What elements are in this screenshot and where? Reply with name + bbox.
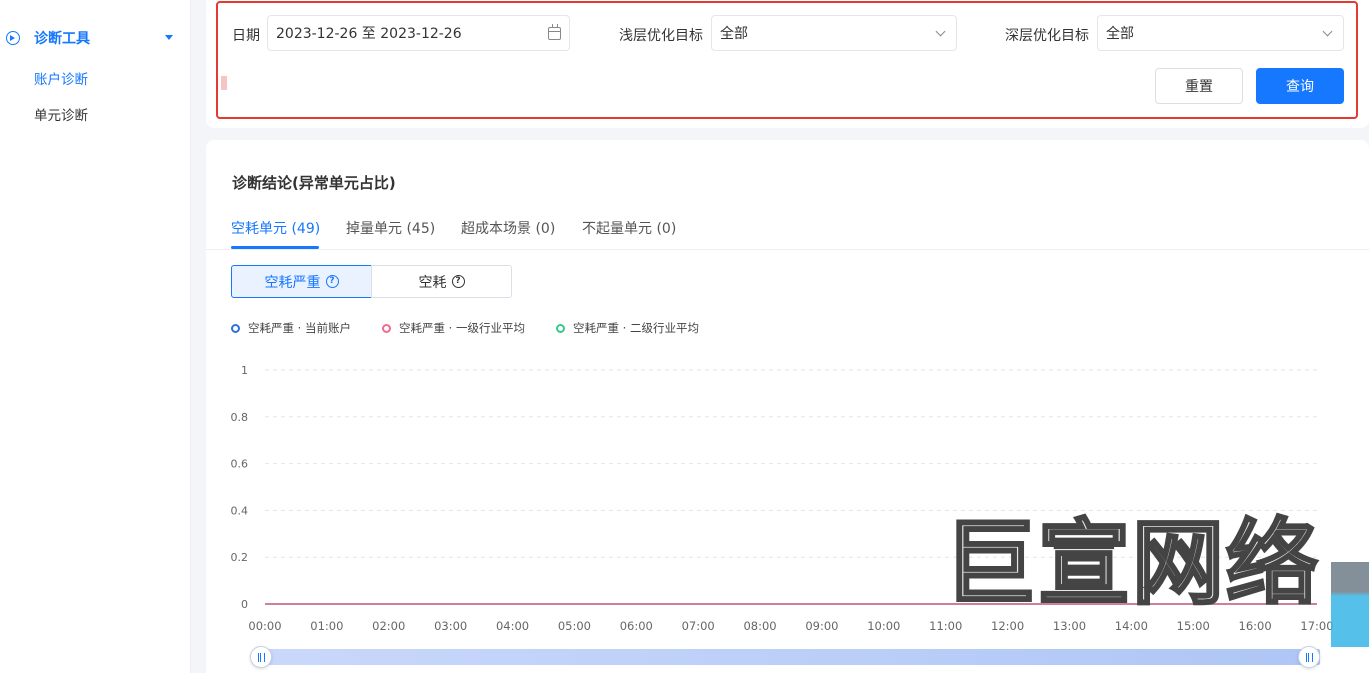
deep-target-label: 深层优化目标 [1005, 28, 1089, 44]
segment-label: 空耗 [418, 274, 447, 291]
x-tick-label: 08:00 [743, 619, 776, 633]
shallow-target-value: 全部 [720, 26, 748, 42]
tab-over-cost-scenes[interactable]: 超成本场景 (0) [461, 218, 555, 238]
grip-icon [257, 652, 265, 662]
slider-handle-end[interactable] [1298, 646, 1320, 668]
x-tick-label: 14:00 [1115, 619, 1148, 633]
x-tick-label: 03:00 [434, 619, 467, 633]
chevron-down-icon [935, 26, 946, 37]
x-tick-label: 05:00 [558, 619, 591, 633]
sidebar-item-unit-diagnosis[interactable]: 单元诊断 [34, 104, 88, 124]
shallow-target-label: 浅层优化目标 [619, 28, 703, 44]
question-icon[interactable]: ? [325, 275, 339, 288]
deep-target-value: 全部 [1106, 26, 1134, 42]
x-tick-label: 09:00 [805, 619, 838, 633]
x-tick-label: 02:00 [372, 619, 405, 633]
legend-item-level2-average[interactable]: 空耗严重 · 二级行业平均 [556, 320, 699, 336]
watermark-logo: 巨宣网络 [942, 510, 1321, 617]
x-tick-label: 06:00 [620, 619, 653, 633]
shallow-target-select[interactable]: 全部 [711, 15, 957, 51]
section-title: 诊断结论(异常单元占比) [232, 174, 396, 192]
deep-target-select[interactable]: 全部 [1097, 15, 1344, 51]
tab-drop-units[interactable]: 掉量单元 (45) [346, 218, 435, 238]
tab-idle-units[interactable]: 空耗单元 (49) [231, 218, 320, 238]
slider-handle-start[interactable] [250, 646, 272, 668]
time-range-slider[interactable] [258, 649, 1320, 665]
tab-no-volume-units[interactable]: 不起量单元 (0) [582, 218, 676, 238]
x-tick-label: 07:00 [682, 619, 715, 633]
x-tick-label: 16:00 [1239, 619, 1272, 633]
question-icon[interactable]: ? [451, 275, 465, 288]
sidebar: 诊断工具 账户诊断 单元诊断 [0, 0, 191, 673]
query-button[interactable]: 查询 [1256, 68, 1344, 104]
caret-down-icon [165, 35, 173, 40]
x-tick-label: 10:00 [867, 619, 900, 633]
chevron-down-icon [1322, 26, 1333, 37]
calendar-icon[interactable] [548, 24, 561, 40]
legend-label: 空耗严重 · 二级行业平均 [573, 321, 699, 335]
y-tick-label: 0.2 [231, 551, 249, 564]
decorative-mark [221, 76, 227, 90]
x-tick-label: 13:00 [1053, 619, 1086, 633]
legend-label: 空耗严重 · 一级行业平均 [399, 321, 525, 335]
active-tab-indicator [231, 246, 319, 249]
legend-circle-icon [556, 323, 565, 333]
x-tick-label: 15:00 [1177, 619, 1210, 633]
x-tick-label: 12:00 [991, 619, 1024, 633]
date-range-picker[interactable]: 2023-12-26 至 2023-12-26 [267, 15, 570, 51]
legend-item-current-account[interactable]: 空耗严重 · 当前账户 [231, 320, 351, 336]
y-tick-label: 0.4 [231, 504, 249, 517]
segment-label: 空耗严重 [264, 274, 321, 291]
y-tick-label: 0.8 [231, 411, 249, 424]
date-range-value: 2023-12-26 至 2023-12-26 [276, 26, 462, 42]
segment-severe-idle[interactable]: 空耗严重 ? [231, 265, 372, 298]
y-tick-label: 0 [241, 598, 248, 611]
decorative-corner [1331, 562, 1369, 647]
x-tick-label: 00:00 [248, 619, 281, 633]
x-tick-label: 17:00 [1300, 619, 1333, 633]
y-tick-label: 1 [241, 364, 248, 377]
play-circle-icon [6, 31, 20, 45]
legend-label: 空耗严重 · 当前账户 [248, 321, 351, 335]
grip-icon [1305, 652, 1313, 662]
sidebar-group-label: 诊断工具 [34, 31, 90, 47]
x-tick-label: 11:00 [929, 619, 962, 633]
legend-item-level1-average[interactable]: 空耗严重 · 一级行业平均 [382, 320, 525, 336]
legend-circle-icon [382, 323, 391, 333]
x-tick-label: 04:00 [496, 619, 529, 633]
date-label: 日期 [232, 28, 260, 44]
segment-idle[interactable]: 空耗 ? [371, 265, 512, 298]
y-tick-label: 0.6 [231, 458, 249, 471]
sidebar-group-diagnostic-tools[interactable]: 诊断工具 [6, 28, 181, 48]
sidebar-item-account-diagnosis[interactable]: 账户诊断 [34, 68, 88, 88]
reset-button[interactable]: 重置 [1155, 68, 1243, 104]
x-tick-label: 01:00 [310, 619, 343, 633]
legend-circle-icon [231, 323, 240, 333]
